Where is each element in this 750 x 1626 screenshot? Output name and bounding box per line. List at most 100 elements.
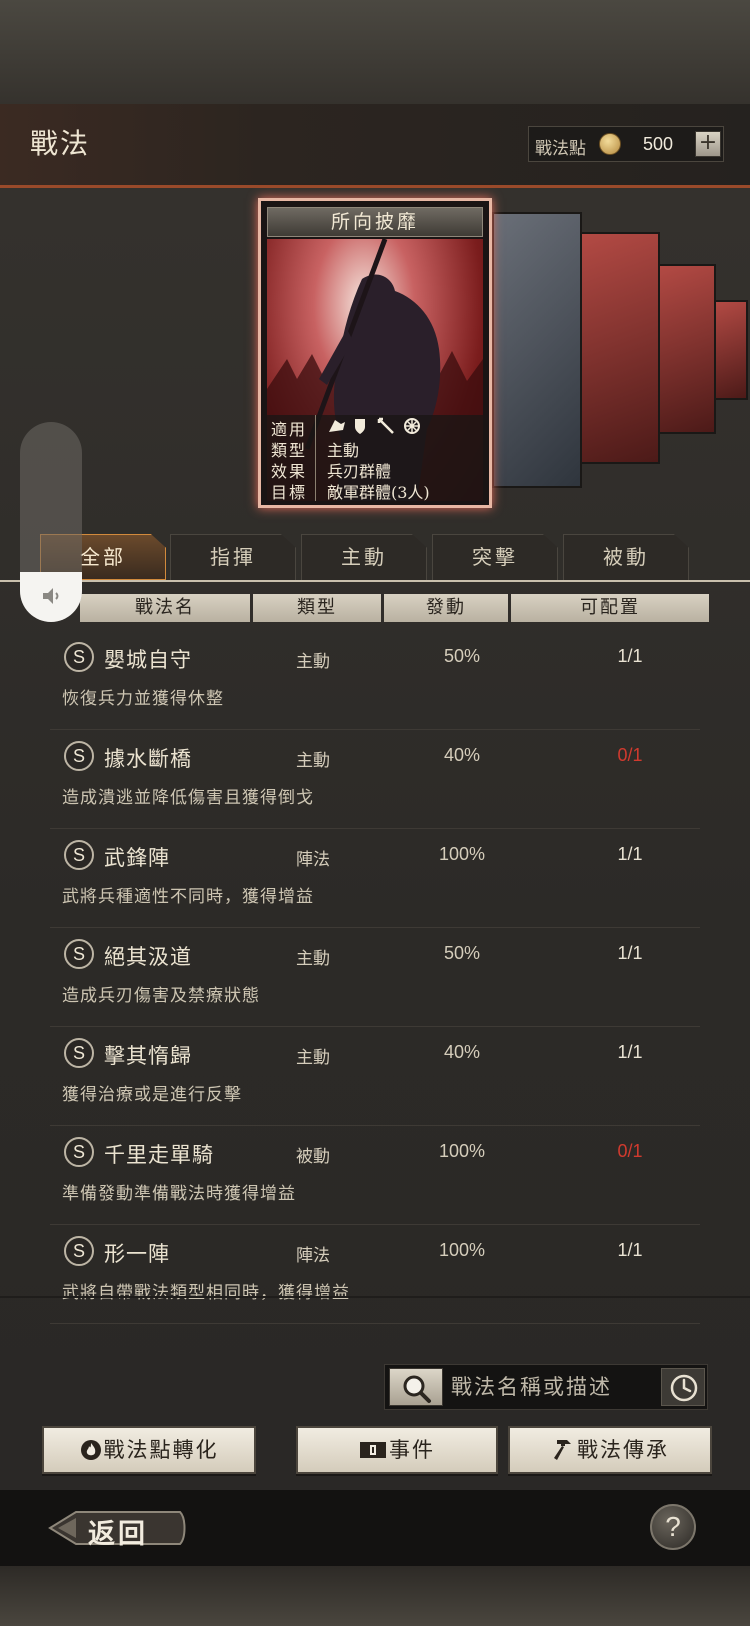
speaker-icon [43,588,59,604]
tab-active[interactable]: 主動 [301,534,427,580]
grade-badge: S [64,840,94,870]
tactic-type: 被動 [296,1147,330,1167]
grade-badge: S [64,741,94,771]
footer-bar: 返回 ? [0,1490,750,1566]
siege-wheel-icon [404,418,420,434]
tactic-description: 恢復兵力並獲得休整 [62,689,224,709]
stacked-card[interactable] [656,264,716,434]
column-trigger[interactable]: 發動 [384,594,508,622]
event-label: 事件 [389,1438,435,1462]
tactic-count: 0/1 [617,1141,643,1161]
history-button[interactable] [661,1368,705,1406]
tactic-rate: 40% [443,745,481,765]
tactic-name: 擊其惰歸 [104,1044,192,1068]
tactic-row[interactable]: S 形一陣 陣法 100% 1/1 武將自帶戰法類型相同時，獲得增益 [50,1228,700,1324]
back-button[interactable]: 返回 [48,1506,188,1550]
back-label: 返回 [88,1519,148,1550]
tactic-description: 造成潰逃並降低傷害且獲得倒戈 [62,788,314,808]
tactic-row[interactable]: S 千里走單騎 被動 100% 0/1 準備發動準備戰法時獲得增益 [50,1129,700,1225]
column-available[interactable]: 可配置 [511,594,709,622]
list-divider [0,1296,750,1298]
column-type[interactable]: 類型 [253,594,381,622]
convert-points-label: 戰法點轉化 [103,1438,219,1462]
grade-badge: S [64,1236,94,1266]
tactic-description: 準備發動準備戰法時獲得增益 [62,1184,296,1204]
tactic-count: 1/1 [617,844,643,864]
tactic-row[interactable]: S 武鋒陣 陣法 100% 1/1 武將兵種適性不同時，獲得增益 [50,832,700,928]
grade-badge: S [64,642,94,672]
inherit-tactic-label: 戰法傳承 [577,1438,669,1462]
top-background [0,0,750,104]
tactic-type: 陣法 [296,1246,330,1266]
info-divider [315,415,316,501]
volume-slider[interactable] [20,422,82,622]
tactic-rate: 50% [443,943,481,963]
search-button[interactable] [389,1368,443,1406]
card-title: 所向披靡 [267,207,483,237]
selected-tactic-card[interactable]: 所向披靡 適用 類型 主動 效果 兵刃群體 目標 敵軍群體(3人) [258,198,492,508]
tactic-rate: 100% [438,1240,486,1260]
stacked-card[interactable] [712,300,748,400]
tactic-description: 武將自帶戰法類型相同時，獲得增益 [62,1283,350,1303]
cavalry-icon [329,420,345,432]
tactic-type: 陣法 [296,850,330,870]
grade-badge: S [64,1137,94,1167]
grade-badge: S [64,1038,94,1068]
tactic-row[interactable]: S 據水斷橋 主動 40% 0/1 造成潰逃並降低傷害且獲得倒戈 [50,733,700,829]
info-value: 敵軍群體(3人) [327,483,430,501]
tab-command[interactable]: 指揮 [170,534,296,580]
tactic-type: 主動 [296,652,330,672]
shield-icon [355,419,365,434]
archer-icon [377,417,394,434]
tactic-description: 造成兵刃傷害及禁療狀態 [62,986,260,1006]
tactic-description: 武將兵種適性不同時，獲得增益 [62,887,314,907]
tactic-count: 1/1 [617,943,643,963]
tactic-name: 據水斷橋 [104,747,192,771]
convert-points-button[interactable]: 戰法點轉化 [42,1426,256,1474]
hammer-icon [554,1440,571,1460]
search-icon [403,1375,431,1403]
search-bar [384,1364,708,1410]
info-key: 目標 [271,483,308,501]
tactic-description: 獲得治療或是進行反擊 [62,1085,242,1105]
tab-passive[interactable]: 被動 [563,534,689,580]
tactic-row[interactable]: S 擊其惰歸 主動 40% 1/1 獲得治療或是進行反擊 [50,1030,700,1126]
tab-assault[interactable]: 突擊 [432,534,558,580]
tactic-type: 主動 [296,1048,330,1068]
tactic-row[interactable]: S 絕其汲道 主動 50% 1/1 造成兵刃傷害及禁療狀態 [50,931,700,1027]
tactic-count: 1/1 [617,1240,643,1260]
tactic-count: 1/1 [617,1042,643,1062]
tactic-count: 0/1 [617,745,643,765]
tactic-rate: 100% [438,844,486,864]
tactic-name: 絕其汲道 [104,945,192,969]
tactic-name: 形一陣 [104,1242,170,1266]
bottom-background [0,1566,750,1626]
tactics-panel: 戰法 戰法點 500 + 所向披靡 適用 類型 主動 效果 兵刃群體 目標 敵軍… [0,104,750,1490]
tactic-name: 千里走單騎 [104,1143,214,1167]
tactic-rate: 40% [443,1042,481,1062]
column-name[interactable]: 戰法名 [80,594,250,622]
tactic-count: 1/1 [617,646,643,666]
tactic-type: 主動 [296,949,330,969]
card-info-table: 適用 類型 主動 效果 兵刃群體 目標 敵軍群體(3人) [267,415,483,501]
card-artwork: 適用 類型 主動 效果 兵刃群體 目標 敵軍群體(3人) [267,239,483,501]
tactic-row[interactable]: S 嬰城自守 主動 50% 1/1 恢復兵力並獲得休整 [50,634,700,730]
add-points-button[interactable]: + [695,131,721,157]
tactic-name: 嬰城自守 [104,648,192,672]
event-button[interactable]: 事件 [296,1426,498,1474]
search-input[interactable] [451,1371,647,1403]
stacked-card[interactable] [492,212,582,488]
clock-icon [670,1374,698,1402]
tactic-points-value: 500 [643,134,674,154]
tactic-points-box: 戰法點 500 + [528,126,724,162]
help-button[interactable]: ? [650,1504,696,1550]
tactic-name: 武鋒陣 [104,846,170,870]
page-title: 戰法 [30,127,91,160]
inherit-tactic-button[interactable]: 戰法傳承 [508,1426,712,1474]
header-bar: 戰法 戰法點 500 + [0,104,750,188]
flame-icon [80,1440,101,1460]
tab-bar: 全部 指揮 主動 突擊 被動 [0,534,750,586]
event-icon [360,1442,386,1458]
tactic-points-label: 戰法點 [535,139,586,159]
stacked-card[interactable] [578,232,660,464]
